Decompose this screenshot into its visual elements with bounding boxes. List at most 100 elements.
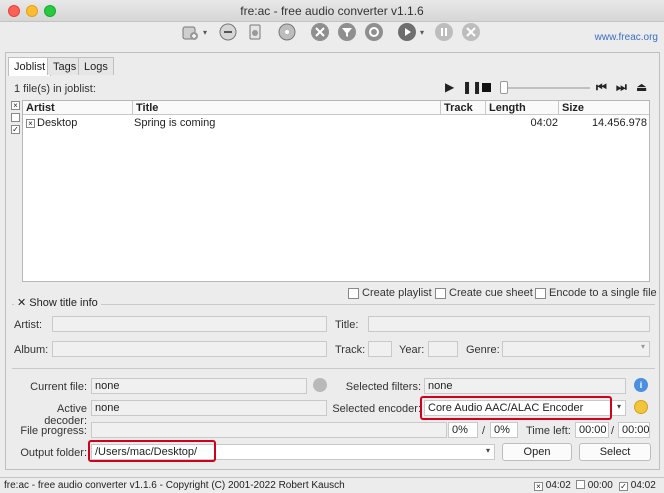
filter-icon[interactable] <box>337 22 357 42</box>
genre-label: Genre: <box>466 344 500 356</box>
seek-slider[interactable] <box>500 87 590 89</box>
next-track-icon[interactable]: ⏭ <box>616 80 627 95</box>
current-file-label: Current file: <box>30 381 87 393</box>
time-left-field: 00:00 <box>575 422 609 438</box>
row-length: 04:02 <box>530 117 558 129</box>
selected-filters-label: Selected filters: <box>345 381 421 393</box>
previous-track-icon[interactable]: ⏮ <box>596 80 607 95</box>
open-button[interactable]: Open <box>502 443 572 461</box>
time-left-label: Time left: <box>526 425 571 437</box>
unselected-time-value: 00:00 <box>587 480 613 491</box>
show-title-info-toggle[interactable]: ✕ Show title info <box>14 296 101 309</box>
total-time-field: 00:00 <box>618 422 650 438</box>
tab-logs[interactable]: Logs <box>78 57 114 75</box>
genre-select[interactable]: ▾ <box>502 341 650 357</box>
status-bar: fre:ac - free audio converter v1.1.6 - C… <box>0 477 664 493</box>
track-label: Track: <box>335 344 366 356</box>
selected-filters-field: none <box>424 378 626 394</box>
select-button[interactable]: Select <box>579 443 651 461</box>
selected-time-icon: × <box>534 482 543 491</box>
gear-icon[interactable] <box>364 22 384 42</box>
create-playlist-label: Create playlist <box>362 287 432 299</box>
tab-tags[interactable]: Tags <box>47 57 83 75</box>
create-playlist-checkbox[interactable] <box>348 288 359 299</box>
stop-icon[interactable] <box>461 22 481 42</box>
active-decoder-label: Active decoder: <box>44 403 87 427</box>
play-convert-icon[interactable] <box>397 22 417 42</box>
tab-joblist[interactable]: Joblist <box>8 57 52 76</box>
status-time-unselected: 00:00 <box>576 480 613 491</box>
column-track[interactable]: Track <box>441 101 486 115</box>
show-title-info-label: Show title info <box>29 297 98 309</box>
status-time-selected: × 04:02 <box>534 480 571 491</box>
title-field[interactable] <box>368 316 650 332</box>
column-size[interactable]: Size <box>559 101 649 115</box>
album-label: Album: <box>14 344 49 356</box>
create-cue-sheet-label: Create cue sheet <box>449 287 533 299</box>
current-file-field: none <box>91 378 307 394</box>
year-label: Year: <box>399 344 425 356</box>
eject-icon[interactable]: ⏏ <box>636 80 647 94</box>
output-folder-label: Output folder: <box>20 447 87 459</box>
track-field[interactable] <box>368 341 392 357</box>
row-checkbox[interactable]: × <box>26 119 35 128</box>
add-files-icon[interactable] <box>180 22 200 42</box>
title-label: Title: <box>335 319 359 331</box>
title-info-divider <box>12 304 655 305</box>
progress-percent-field: 0% <box>448 422 478 438</box>
play-icon[interactable]: ▶ <box>445 80 454 94</box>
stop-playback-icon[interactable] <box>482 83 491 92</box>
cd-info-icon[interactable] <box>245 22 265 42</box>
window-title: fre:ac - free audio converter v1.1.6 <box>240 4 424 18</box>
file-progress-label: File progress: <box>20 425 87 437</box>
pause-playback-icon[interactable]: ❚❚ <box>462 80 482 94</box>
active-decoder-field: none <box>91 400 327 416</box>
select-all-checkbox[interactable]: × <box>11 101 20 110</box>
status-time-total: ✓ 04:02 <box>619 480 656 491</box>
toolbar: ▾ ▾ www.freac.org <box>0 22 664 48</box>
website-link[interactable]: www.freac.org <box>595 32 658 43</box>
toggle-selection-checkbox[interactable]: ✓ <box>11 125 20 134</box>
artist-field[interactable] <box>52 316 327 332</box>
total-progress-field: 0% <box>490 422 518 438</box>
total-time-icon: ✓ <box>619 482 628 491</box>
select-none-checkbox[interactable] <box>11 113 20 122</box>
column-title[interactable]: Title <box>133 101 441 115</box>
remove-files-icon[interactable] <box>218 22 238 42</box>
add-dropdown-icon[interactable]: ▾ <box>203 28 207 37</box>
cddb-query-icon[interactable] <box>277 22 297 42</box>
year-field[interactable] <box>428 341 458 357</box>
status-bar-text: fre:ac - free audio converter v1.1.6 - C… <box>4 480 345 491</box>
convert-dropdown-icon[interactable]: ▾ <box>420 28 424 37</box>
file-progress-bar <box>91 422 447 438</box>
title-bar: fre:ac - free audio converter v1.1.6 <box>0 0 664 22</box>
info-icon[interactable]: i <box>634 378 648 392</box>
genre-dropdown-icon: ▾ <box>640 342 645 351</box>
selected-encoder-label: Selected encoder: <box>332 403 421 415</box>
time-separator: / <box>611 425 615 437</box>
row-size: 14.456.978 <box>591 117 647 129</box>
row-artist: Desktop <box>37 117 78 129</box>
toggle-x-icon: ✕ <box>17 297 27 309</box>
unselected-time-icon <box>576 480 585 489</box>
encoder-highlight-box <box>420 396 612 420</box>
selected-time-value: 04:02 <box>545 480 571 491</box>
joblist-count: 1 file(s) in joblist: <box>14 83 96 95</box>
encode-single-label: Encode to a single file <box>549 287 657 299</box>
total-time-value: 04:02 <box>630 480 656 491</box>
encode-single-checkbox[interactable] <box>535 288 546 299</box>
joblist-table: Artist Title Track Length Size × Desktop… <box>22 100 650 282</box>
column-length[interactable]: Length <box>486 101 559 115</box>
pause-icon[interactable] <box>434 22 454 42</box>
column-artist[interactable]: Artist <box>23 101 133 115</box>
row-title: Spring is coming <box>134 117 216 129</box>
output-folder-highlight-box <box>88 440 216 462</box>
seek-slider-handle[interactable] <box>500 81 508 94</box>
encoder-config-icon[interactable] <box>634 400 648 414</box>
configure-tools-icon[interactable] <box>310 22 330 42</box>
progress-separator: / <box>482 425 486 437</box>
album-field[interactable] <box>52 341 327 357</box>
status-divider <box>12 368 655 369</box>
create-cue-sheet-checkbox[interactable] <box>435 288 446 299</box>
table-row[interactable]: × Desktop Spring is coming 04:02 14.456.… <box>23 116 649 131</box>
